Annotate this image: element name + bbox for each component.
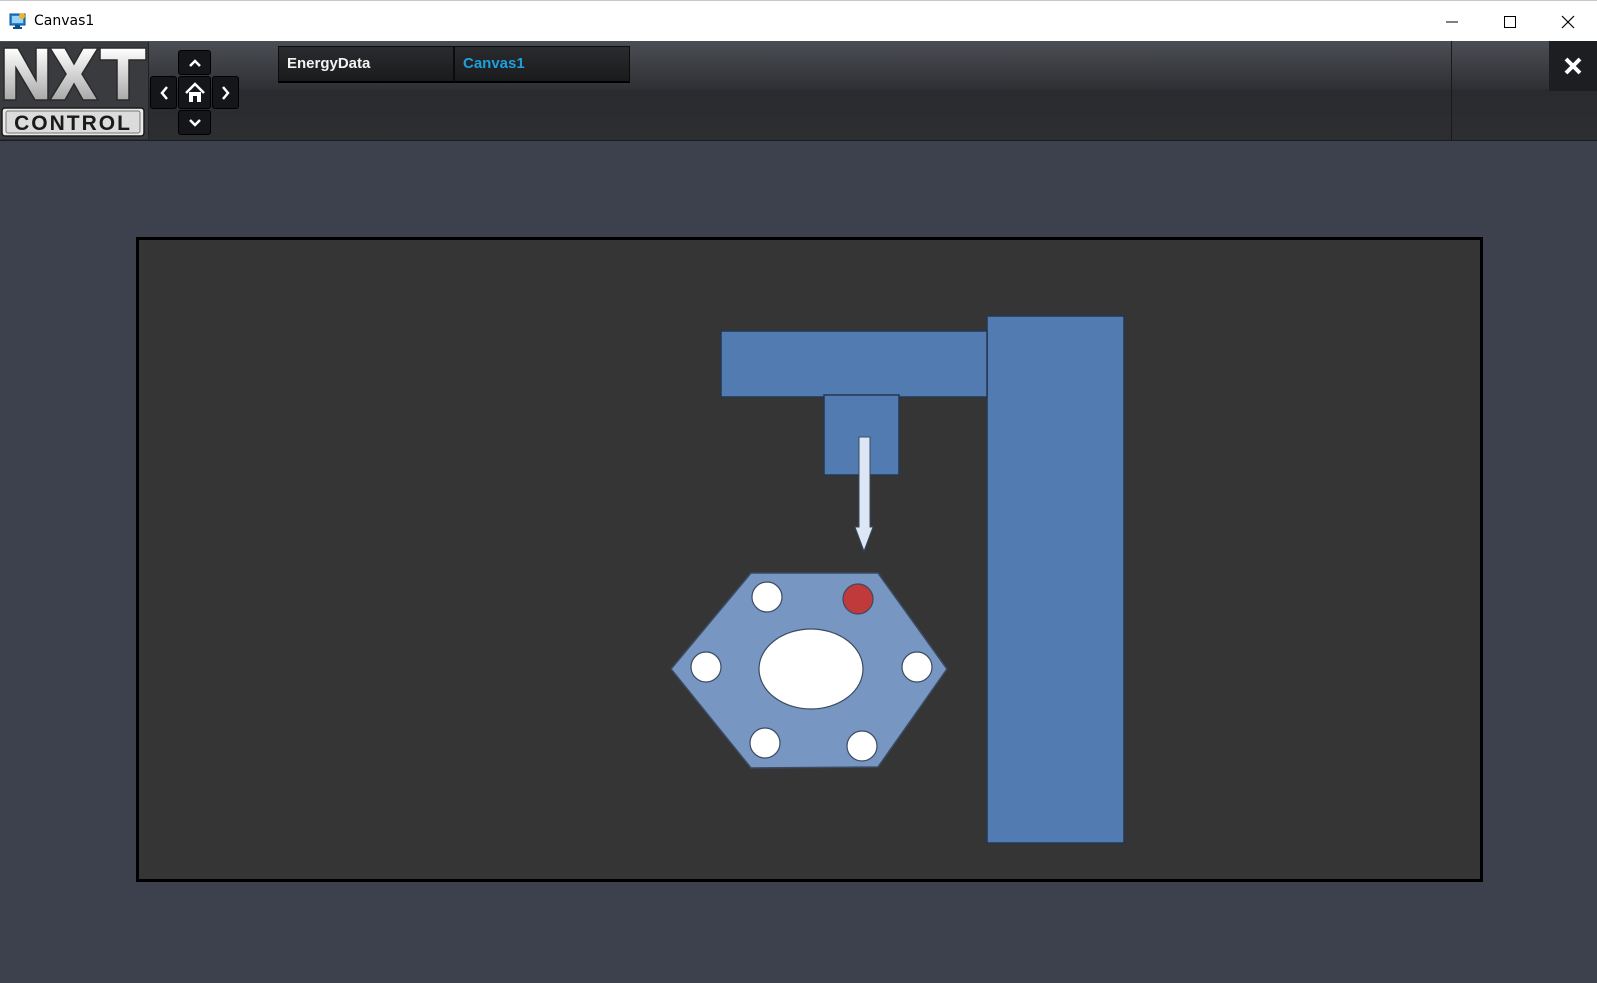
tab-canvas1[interactable]: Canvas1 <box>454 46 630 83</box>
nxt-control-logo: CONTROL <box>0 42 149 139</box>
chevron-up-icon <box>188 58 201 67</box>
chevron-right-icon <box>221 85 230 100</box>
maximize-icon <box>1504 16 1516 28</box>
tab-energydata[interactable]: EnergyData <box>278 46 454 83</box>
hole-bottom-right <box>846 730 878 762</box>
minimize-icon <box>1446 21 1458 23</box>
tab-label: Canvas1 <box>463 55 525 72</box>
window-titlebar: Canvas1 <box>0 0 1597 41</box>
maximize-button[interactable] <box>1481 1 1539 42</box>
tab-label: EnergyData <box>287 55 371 72</box>
nav-home-button[interactable] <box>178 76 211 109</box>
center-bore <box>758 628 864 710</box>
minimize-button[interactable] <box>1423 1 1481 42</box>
hole-top-left <box>751 581 783 613</box>
hole-right <box>901 651 933 683</box>
hole-left <box>690 651 722 683</box>
close-icon <box>1561 15 1575 29</box>
home-icon <box>184 81 205 102</box>
window-close-button[interactable] <box>1539 1 1597 42</box>
nav-up-button[interactable] <box>178 50 211 75</box>
header-divider <box>1451 41 1452 140</box>
close-icon <box>1564 57 1582 75</box>
chevron-down-icon <box>188 118 201 127</box>
hole-top-right-marked <box>842 583 874 615</box>
app-header: CONTROL EnergyData Canvas1 <box>0 41 1597 141</box>
machine-arm <box>720 330 988 398</box>
navigation-pad <box>150 47 244 135</box>
canvas-app-icon <box>9 12 27 30</box>
nav-back-button[interactable] <box>150 76 177 109</box>
hole-bottom-left <box>749 727 781 759</box>
nav-forward-button[interactable] <box>212 76 239 109</box>
chevron-left-icon <box>159 85 168 100</box>
nav-down-button[interactable] <box>178 110 211 135</box>
svg-text:CONTROL: CONTROL <box>14 112 132 135</box>
machine-column <box>986 315 1125 844</box>
hmi-canvas <box>136 237 1483 882</box>
window-title: Canvas1 <box>34 13 95 29</box>
app-close-button[interactable] <box>1549 41 1597 91</box>
